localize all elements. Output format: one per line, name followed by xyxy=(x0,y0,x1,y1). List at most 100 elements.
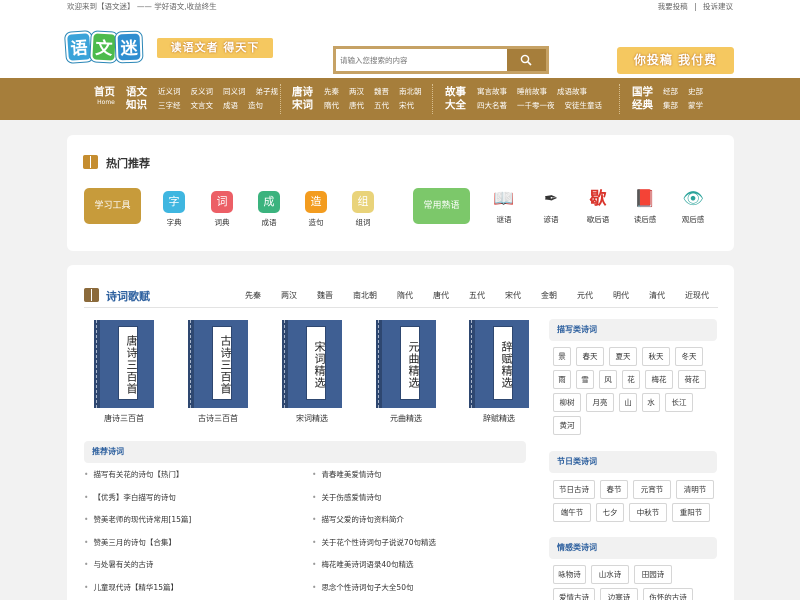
nav-link[interactable]: 同义词 xyxy=(223,87,246,96)
tag-chip[interactable]: 风 xyxy=(599,370,617,389)
search-button[interactable] xyxy=(507,49,546,71)
tag-chip[interactable]: 七夕 xyxy=(596,503,624,522)
tag-chip[interactable]: 秋天 xyxy=(642,347,670,366)
tag-chip[interactable]: 咏物诗 xyxy=(553,565,586,584)
dynasty-tab[interactable]: 先秦 xyxy=(245,290,261,301)
nav-link[interactable]: 一千零一夜 xyxy=(517,101,555,110)
tag-chip[interactable]: 边塞诗 xyxy=(600,588,638,600)
study-tools-button[interactable]: 学习工具 xyxy=(84,188,141,224)
tag-chip[interactable]: 梅花 xyxy=(645,370,673,389)
tag-chip[interactable]: 雨 xyxy=(553,370,571,389)
nav-link[interactable]: 先秦 xyxy=(324,87,339,96)
dynasty-tab[interactable]: 金朝 xyxy=(541,290,557,301)
dynasty-tab[interactable]: 唐代 xyxy=(433,290,449,301)
book-songci[interactable]: 宋词精选 宋词精选 xyxy=(279,320,345,424)
tag-chip[interactable]: 冬天 xyxy=(675,347,703,366)
tool-riddle[interactable]: 📖 谜语 xyxy=(484,188,524,225)
poem-link[interactable]: 与处暑有关的古诗 xyxy=(84,554,191,577)
book-tangshi[interactable]: 唐诗三百首 唐诗三百首 xyxy=(91,320,157,424)
dynasty-tab[interactable]: 两汉 xyxy=(281,290,297,301)
tag-chip[interactable]: 花 xyxy=(622,370,640,389)
dynasty-tab[interactable]: 近现代 xyxy=(685,290,709,301)
poem-link[interactable]: 关于伤感爱情诗句 xyxy=(312,487,436,510)
tag-chip[interactable]: 山 xyxy=(619,393,637,412)
nav-link[interactable]: 造句 xyxy=(248,101,263,110)
nav-link[interactable]: 文言文 xyxy=(191,101,214,110)
poem-link[interactable]: 梅花唯美诗词语录40句精选 xyxy=(312,554,436,577)
tool-sentence[interactable]: 造造句 xyxy=(296,191,336,228)
dynasty-tab[interactable]: 元代 xyxy=(577,290,593,301)
tag-chip[interactable]: 长江 xyxy=(665,393,693,412)
nav-link[interactable]: 近义词 xyxy=(158,87,181,96)
nav-link[interactable]: 隋代 xyxy=(324,101,339,110)
nav-title-knowledge[interactable]: 语文 知识 xyxy=(126,86,147,112)
tag-chip[interactable]: 夏天 xyxy=(609,347,637,366)
tag-chip[interactable]: 端午节 xyxy=(553,503,591,522)
nav-link[interactable]: 睡前故事 xyxy=(517,87,547,96)
tool-reading-notes[interactable]: 📕 读后感 xyxy=(625,188,665,225)
tag-chip[interactable]: 节日古诗 xyxy=(553,480,595,499)
tag-chip[interactable]: 荷花 xyxy=(678,370,706,389)
tool-proverb[interactable]: ✒ 谚语 xyxy=(531,188,571,225)
nav-link[interactable]: 反义词 xyxy=(191,87,214,96)
nav-link[interactable]: 蒙学 xyxy=(688,101,703,110)
idioms-button[interactable]: 常用熟语 xyxy=(413,188,470,224)
nav-title-poetry[interactable]: 唐诗 宋词 xyxy=(292,86,313,112)
tool-xiehouyu[interactable]: 歇歇后语 xyxy=(578,188,618,225)
nav-link[interactable]: 经部 xyxy=(663,87,678,96)
dynasty-tab[interactable]: 魏晋 xyxy=(317,290,333,301)
tool-dictionary[interactable]: 字字典 xyxy=(154,191,194,228)
tag-chip[interactable]: 春天 xyxy=(576,347,604,366)
poem-link[interactable]: 儿童现代诗【精华15篇】 xyxy=(84,577,191,600)
tag-chip[interactable]: 春节 xyxy=(600,480,628,499)
nav-link[interactable]: 集部 xyxy=(663,101,678,110)
book-gushi[interactable]: 古诗三百首 古诗三百首 xyxy=(185,320,251,424)
dynasty-tab[interactable]: 五代 xyxy=(469,290,485,301)
tag-chip[interactable]: 水 xyxy=(642,393,660,412)
tag-chip[interactable]: 景 xyxy=(553,347,571,366)
tag-chip[interactable]: 中秋节 xyxy=(629,503,667,522)
tool-wordbook[interactable]: 词词典 xyxy=(202,191,242,228)
tag-chip[interactable]: 爱情古诗 xyxy=(553,588,595,600)
nav-link[interactable]: 成语 xyxy=(223,101,238,110)
nav-link[interactable]: 成语故事 xyxy=(557,87,587,96)
tool-viewing-notes[interactable]: 👁 观后感 xyxy=(673,188,713,225)
poem-link[interactable]: 关于花个性诗词句子说说70句精选 xyxy=(312,532,436,555)
nav-link[interactable]: 宋代 xyxy=(399,101,414,110)
dynasty-tab[interactable]: 南北朝 xyxy=(353,290,377,301)
tag-chip[interactable]: 黄河 xyxy=(553,416,581,435)
nav-link[interactable]: 三字经 xyxy=(158,101,181,110)
nav-link[interactable]: 史部 xyxy=(688,87,703,96)
tool-idiom[interactable]: 成成语 xyxy=(249,191,289,228)
tag-chip[interactable]: 山水诗 xyxy=(591,565,629,584)
poem-link[interactable]: 青春唯美爱情诗句 xyxy=(312,464,436,487)
nav-title-classics[interactable]: 国学 经典 xyxy=(632,86,653,112)
tag-chip[interactable]: 伤怀的古诗 xyxy=(643,588,693,600)
search-input[interactable] xyxy=(336,49,506,71)
tag-chip[interactable]: 月亮 xyxy=(586,393,614,412)
contribute-banner[interactable]: 你投稿 我付费 xyxy=(617,47,734,74)
site-logo[interactable]: 语文迷 xyxy=(64,31,146,66)
tool-wordgroup[interactable]: 组组词 xyxy=(343,191,383,228)
nav-link[interactable]: 南北朝 xyxy=(399,87,422,96)
poem-link[interactable]: 赞美老师的现代诗常用[15篇] xyxy=(84,509,191,532)
book-yuanqu[interactable]: 元曲精选 元曲精选 xyxy=(373,320,439,424)
book-cifu[interactable]: 辞赋精选 辞赋精选 xyxy=(466,320,532,424)
tag-chip[interactable]: 重阳节 xyxy=(672,503,710,522)
tag-chip[interactable]: 雪 xyxy=(576,370,594,389)
nav-link[interactable]: 寓言故事 xyxy=(477,87,507,96)
contribute-link[interactable]: 我要投稿 xyxy=(658,2,688,11)
nav-link[interactable]: 弟子规 xyxy=(256,87,279,96)
nav-link[interactable]: 唐代 xyxy=(349,101,364,110)
nav-title-stories[interactable]: 故事 大全 xyxy=(445,86,466,112)
tag-chip[interactable]: 田园诗 xyxy=(634,565,672,584)
poem-link[interactable]: 赞美三月的诗句【合集】 xyxy=(84,532,191,555)
dynasty-tab[interactable]: 宋代 xyxy=(505,290,521,301)
tag-chip[interactable]: 清明节 xyxy=(676,480,714,499)
nav-link[interactable]: 两汉 xyxy=(349,87,364,96)
nav-link[interactable]: 安徒生童话 xyxy=(565,101,603,110)
poem-link[interactable]: 思念个性诗词句子大全50句 xyxy=(312,577,436,600)
tag-chip[interactable]: 柳树 xyxy=(553,393,581,412)
poem-link[interactable]: 【优秀】李白描写的诗句 xyxy=(84,487,191,510)
dynasty-tab[interactable]: 隋代 xyxy=(397,290,413,301)
